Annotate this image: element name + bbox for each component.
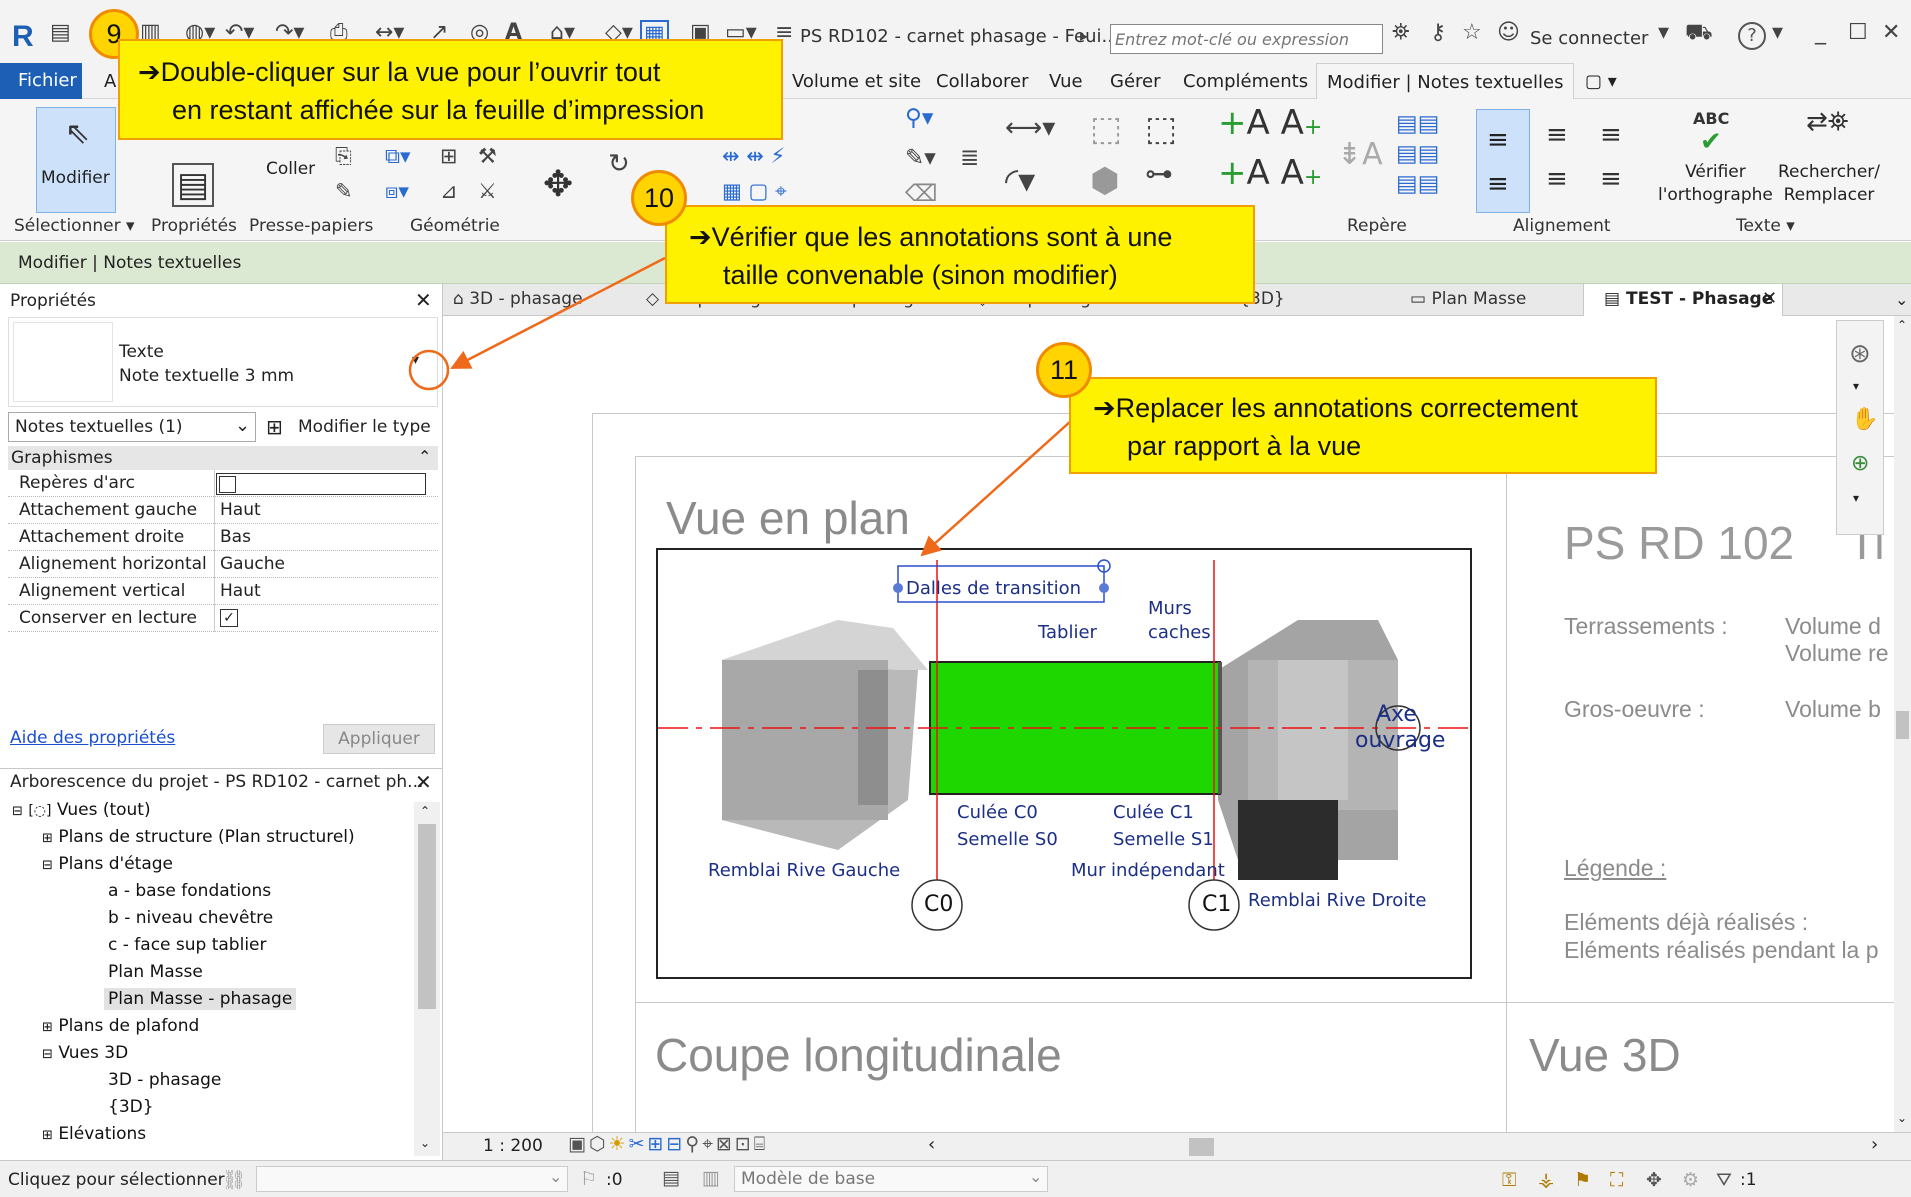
select-pinned-icon[interactable]: ⚑ — [1574, 1169, 1591, 1191]
step-badge-10: 10 — [631, 170, 687, 226]
hscroll-left-icon[interactable]: ‹ — [928, 1134, 935, 1155]
view-control-icons[interactable]: ▣⬡☀✂⊞⊟⚲⌖⊠⊡⌸ — [568, 1133, 768, 1155]
view-control-bar: 1 : 200 ▣⬡☀✂⊞⊟⚲⌖⊠⊡⌸ ‹ › — [443, 1132, 1911, 1160]
chevron-down-icon: ⌄ — [1029, 1167, 1043, 1186]
view-scale[interactable]: 1 : 200 — [483, 1136, 543, 1156]
canvas-hscrollbar[interactable] — [943, 1138, 1891, 1156]
hscroll-thumb[interactable] — [1189, 1138, 1214, 1156]
callout-11-line-2: par rapport à la vue — [1127, 431, 1362, 461]
editable-icon[interactable]: ⚐ — [580, 1168, 597, 1190]
callout-9-line-2: en restant affichée sur la feuille d’imp… — [172, 95, 705, 125]
callout-10-line-2: taille convenable (sinon modifier) — [723, 260, 1118, 290]
callout-10-line-1: ➔Vérifier que les annotations sont à une — [689, 222, 1173, 252]
arrow-11 — [920, 419, 1073, 557]
select-by-face-icon[interactable]: ⛶ — [1610, 1169, 1623, 1191]
filter-count: :1 — [1740, 1170, 1757, 1190]
status-hint: Cliquez pour sélectionner — [8, 1170, 225, 1190]
design-option-select[interactable]: Modèle de base ⌄ — [734, 1166, 1048, 1192]
workset-icon[interactable]: ⛓ — [222, 1168, 246, 1191]
status-bar: Cliquez pour sélectionner ⛓ ⌄ ⚐ :0 ▤ ▥ M… — [0, 1160, 1911, 1197]
hscroll-right-icon[interactable]: › — [1871, 1134, 1878, 1155]
selection-count: :0 — [606, 1170, 623, 1190]
chevron-down-icon: ⌄ — [549, 1167, 563, 1186]
select-underlay-icon[interactable]: ⚶ — [1538, 1169, 1554, 1191]
callout-arrows — [408, 256, 1073, 557]
design-options-icon[interactable]: ▤ — [662, 1167, 680, 1189]
callout-9: ➔Double-cliquer sur la vue pour l’ouvrir… — [118, 39, 783, 140]
design-option-value: Modèle de base — [741, 1169, 876, 1189]
arrow-10 — [450, 256, 666, 370]
callout-11-line-1: ➔Replacer les annotations correctement — [1093, 393, 1578, 423]
drag-elements-icon[interactable]: ✥ — [1646, 1169, 1662, 1191]
callout-9-line-1: ➔Double-cliquer sur la vue pour l’ouvrir… — [138, 57, 661, 87]
callout-10: ➔Vérifier que les annotations sont à une… — [665, 205, 1255, 304]
callout-11: ➔Replacer les annotations correctement p… — [1069, 377, 1657, 474]
select-links-icon[interactable]: ⚿ — [1502, 1169, 1516, 1191]
step-badge-11: 11 — [1036, 342, 1092, 398]
workset-select[interactable]: ⌄ — [256, 1166, 568, 1192]
filter-icon[interactable]: ⛛ — [1716, 1169, 1732, 1191]
highlight-circle-10 — [408, 349, 450, 391]
main-model-icon[interactable]: ▥ — [702, 1167, 720, 1189]
background-process-icon[interactable]: ⚙ — [1682, 1169, 1699, 1191]
